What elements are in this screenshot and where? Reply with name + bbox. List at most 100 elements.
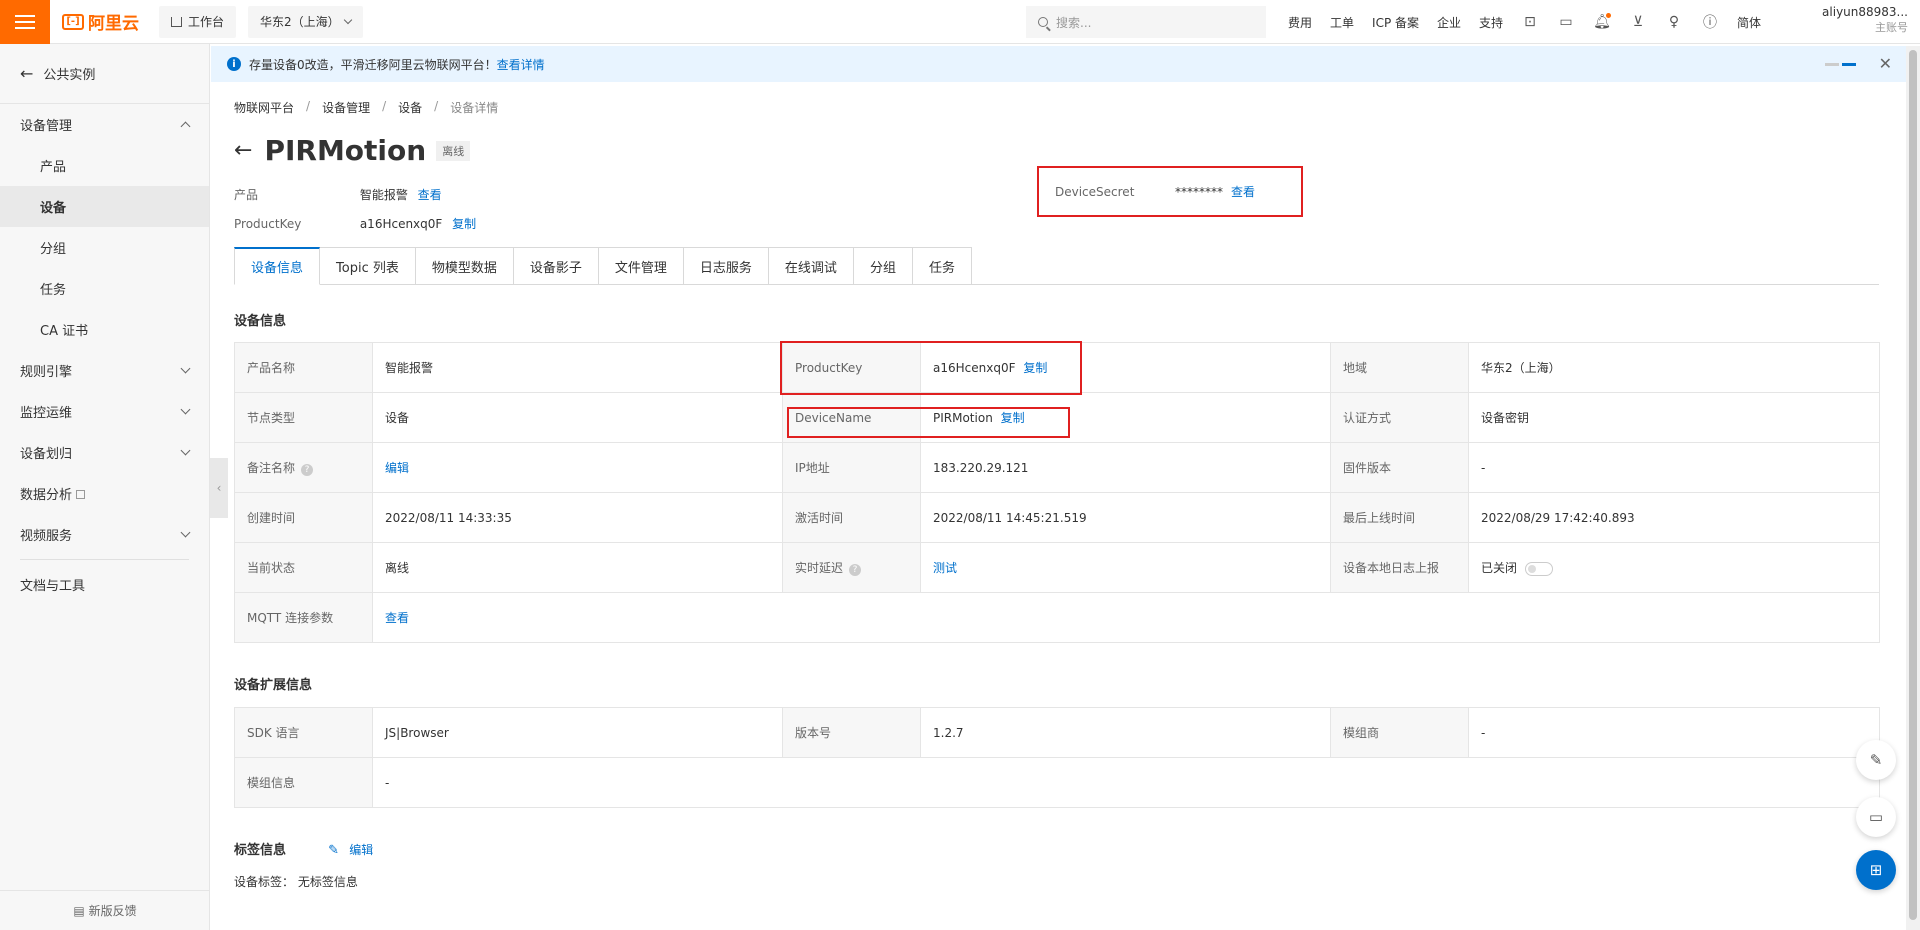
copy-productkey-button[interactable]: 复制 [452,217,476,231]
sidebar-item-product[interactable]: 产品 [0,145,209,186]
field-label: 最后上线时间 [1330,492,1469,543]
menu-icon[interactable] [0,0,50,44]
link-icp[interactable]: ICP 备案 [1372,14,1419,31]
notice-banner: i 存量设备0改造，平滑迁移阿里云物联网平台！ 查看详情 ✕ [211,46,1906,82]
top-bar: [-] 阿里云 工作台 华东2（上海） 搜索... 费用 工单 ICP 备案 企业… [0,0,1920,44]
latency-label: 实时延迟 [795,561,844,575]
field-label: 模组信息 [234,757,373,808]
scrollbar-thumb[interactable] [1909,50,1917,920]
tab-file-mgmt[interactable]: 文件管理 [598,247,684,285]
sidebar-item-docs-tools[interactable]: 文档与工具 [0,564,209,605]
notice-link[interactable]: 查看详情 [497,56,545,73]
remark-label: 备注名称 [247,461,296,475]
tab-topic-list[interactable]: Topic 列表 [320,247,416,285]
tag-section-header: 标签信息 ✎ 编辑 [234,839,373,858]
help-icon[interactable]: ? [301,464,314,476]
sidebar-group-rules[interactable]: 规则引擎 [0,350,209,391]
tab-log-service[interactable]: 日志服务 [683,247,769,285]
sidebar-group-assign[interactable]: 设备划归 [0,432,209,473]
chat-icon: ▭ [1868,808,1884,826]
bell-icon[interactable]: 🔔︎ [1593,13,1612,31]
region-select[interactable]: 华东2（上海） [248,5,364,38]
link-support[interactable]: 支持 [1479,14,1503,31]
feedback-button[interactable]: ▤ 新版反馈 [0,890,210,930]
tab-device-info[interactable]: 设备信息 [234,247,321,285]
sidebar: ← 公共实例 设备管理 产品 设备 分组 任务 CA 证书 规则引擎 监控运维 设… [0,44,210,930]
sidebar-item-task[interactable]: 任务 [0,268,209,309]
terminal-icon[interactable]: ▭ [1557,13,1575,31]
chevron-down-icon [180,404,191,415]
field-value: 已关闭 [1468,542,1880,593]
sidebar-collapse-handle[interactable]: ‹ [210,458,228,518]
sidebar-group-monitor[interactable]: 监控运维 [0,391,209,432]
tab-thing-model[interactable]: 物模型数据 [415,247,514,285]
edit-float-button[interactable]: ✎ [1856,740,1896,780]
meta-product: 产品 智能报警 查看 [234,186,442,203]
breadcrumb-item[interactable]: 设备管理 [322,99,370,116]
tab-task[interactable]: 任务 [912,247,972,285]
close-icon[interactable]: ✕ [1879,54,1892,73]
back-arrow-icon[interactable]: ← [234,138,252,163]
field-value: 2022/08/29 17:42:40.893 [1468,492,1880,543]
user-menu[interactable]: aliyun88983... 主账号 [1822,4,1908,36]
tab-online-debug[interactable]: 在线调试 [768,247,854,285]
status-badge: 离线 [436,140,471,161]
meta-value: a16Hcenxq0F [359,217,443,231]
sidebar-group-video[interactable]: 视频服务 [0,514,209,555]
tab-group[interactable]: 分组 [853,247,913,285]
link-billing[interactable]: 费用 [1288,14,1312,31]
field-label: 当前状态 [234,542,373,593]
edit-tags-link[interactable]: 编辑 [349,843,373,857]
test-latency-link[interactable]: 测试 [933,561,957,575]
help-icon[interactable]: ? [849,564,862,576]
tab-device-shadow[interactable]: 设备影子 [513,247,599,285]
field-value: 华东2（上海） [1468,342,1880,393]
view-product-link[interactable]: 查看 [418,188,442,202]
apps-float-button[interactable]: ⊞ [1856,850,1896,890]
edit-remark-link[interactable]: 编辑 [385,461,409,475]
meta-label: ProductKey [234,217,302,231]
sidebar-item-ca-cert[interactable]: CA 证书 [0,309,209,350]
sidebar-group-device-mgmt[interactable]: 设备管理 [0,104,209,145]
language-select[interactable]: 简体 [1737,14,1761,31]
log-upload-toggle[interactable] [1525,561,1554,576]
bulb-icon[interactable]: ♀ [1665,13,1683,31]
sidebar-item-device[interactable]: 设备 [0,186,209,227]
sidebar-back[interactable]: ← 公共实例 [0,44,209,104]
carousel-indicator[interactable] [1822,63,1856,66]
cart-icon[interactable]: ⊻ [1629,13,1647,31]
tag-label: 设备标签： [234,875,295,889]
field-value: 设备密钥 [1468,392,1880,443]
sidebar-group-label: 视频服务 [20,529,73,544]
secret-value: ******** [1175,184,1223,199]
view-secret-link[interactable]: 查看 [1231,183,1255,200]
field-label: SDK 语言 [234,707,373,758]
link-enterprise[interactable]: 企业 [1437,14,1461,31]
sidebar-item-label: 数据分析 [20,488,73,503]
sidebar-back-label: 公共实例 [43,68,96,83]
view-mqtt-params-link[interactable]: 查看 [385,611,409,625]
breadcrumb-item[interactable]: 设备 [398,99,422,116]
workbench-button[interactable]: 工作台 [159,5,237,38]
page-scrollbar[interactable] [1906,46,1920,930]
aliyun-logo[interactable]: [-] 阿里云 [62,9,139,34]
field-label: 模组商 [1330,707,1469,758]
app-icon[interactable]: ⊡ [1521,13,1539,31]
search-input[interactable]: 搜索... [1026,6,1266,38]
link-ticket[interactable]: 工单 [1330,14,1354,31]
help-icon[interactable]: ⓘ [1701,13,1719,31]
field-value: 设备 [372,392,783,443]
field-value: 离线 [372,542,783,593]
sidebar-item-data-analysis[interactable]: 数据分析 [0,473,209,514]
breadcrumb-item[interactable]: 物联网平台 [234,99,294,116]
breadcrumb: 物联网平台 / 设备管理 / 设备 / 设备详情 [234,99,499,116]
secret-label: DeviceSecret [1055,184,1135,199]
arrow-left-icon: ← [20,64,34,83]
sidebar-divider [20,559,189,560]
sidebar-group-label: 设备管理 [20,119,73,134]
home-icon [171,16,182,27]
field-value: 智能报警 [372,342,783,393]
sidebar-item-group[interactable]: 分组 [0,227,209,268]
pencil-icon[interactable]: ✎ [328,843,339,858]
chat-float-button[interactable]: ▭ [1856,797,1896,837]
